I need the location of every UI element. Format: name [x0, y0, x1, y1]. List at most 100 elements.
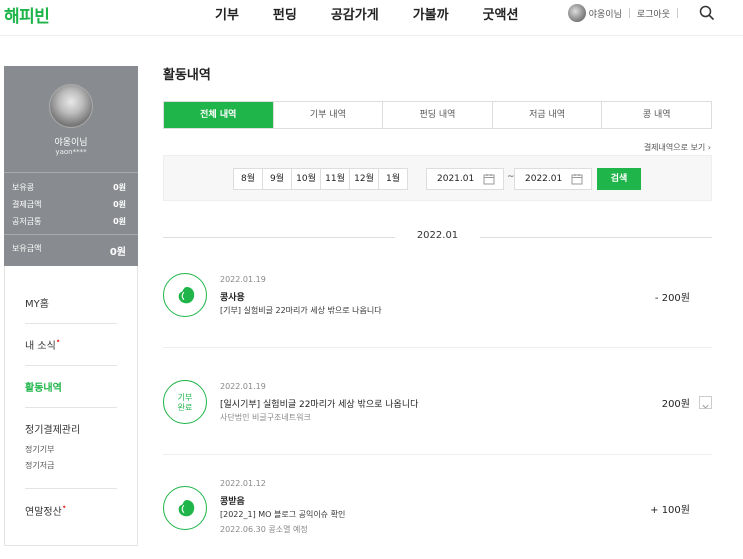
month-button[interactable]: 11월	[320, 168, 350, 190]
item-title: 콩받음	[220, 497, 245, 507]
month-button[interactable]: 1월	[378, 168, 408, 190]
nav-shop[interactable]: 공감가게	[331, 4, 379, 23]
month-button[interactable]: 12월	[349, 168, 379, 190]
item-date: 2022.01.12	[220, 479, 266, 488]
side-nav-activity[interactable]: 활동내역	[25, 379, 62, 394]
search-button[interactable]: 검색	[597, 168, 641, 190]
receipt-link[interactable]: 결제내역으로 보기 ›	[644, 142, 711, 153]
activity-tabs: 전체 내역 기부 내역 펀딩 내역 저금 내역 콩 내역	[163, 101, 712, 129]
side-nav-regular-saving[interactable]: 정기저금	[25, 460, 54, 471]
month-selector: 8월 9월 10월 11월 12월 1월	[233, 168, 408, 190]
chevron-down-icon	[702, 404, 709, 409]
divider	[677, 8, 678, 18]
stat-label: 결제금액	[12, 200, 42, 209]
list-item: 기부 완료 2022.01.19 [일시기부] 실험비글 22마리가 세상 밖으…	[163, 380, 712, 440]
search-icon[interactable]	[699, 5, 715, 21]
list-item: 2022.01.19 콩사용 [기부] 실험비글 22마리가 세상 밖으로 나옵…	[163, 273, 712, 333]
divider	[25, 365, 117, 366]
list-item: 2022.01.12 콩받음 [2022_1] MO 블로그 공익이슈 확인 2…	[163, 478, 712, 538]
side-nav-label: 내 소식	[25, 341, 56, 352]
profile-nickname: 야옹이님	[54, 138, 88, 148]
item-amount: + 100원	[650, 505, 690, 516]
date-from-field[interactable]: 2021.01	[426, 168, 504, 190]
month-button[interactable]: 10월	[291, 168, 321, 190]
item-icon-circle	[163, 486, 207, 530]
new-dot: •	[61, 503, 67, 512]
tab-saving[interactable]: 저금 내역	[491, 102, 602, 128]
side-nav-regular-donation[interactable]: 정기기부	[25, 444, 54, 455]
side-nav-label: 정기결제관리	[25, 425, 81, 436]
stat-label: 보유콩	[12, 183, 35, 192]
item-date: 2022.01.19	[220, 275, 266, 284]
divider	[163, 454, 712, 455]
side-nav-regular[interactable]: 정기결제관리	[25, 421, 80, 436]
date-filter: 8월 9월 10월 11월 12월 1월 2021.01 ~ 2022.01 검…	[163, 155, 712, 201]
side-nav-news[interactable]: 내 소식•	[25, 337, 61, 352]
stat-value: 0원	[113, 200, 126, 209]
new-dot: •	[55, 337, 61, 346]
date-from-value: 2021.01	[437, 174, 475, 184]
side-nav-year-end[interactable]: 연말정산•	[25, 503, 67, 518]
item-amount: - 200원	[654, 293, 690, 304]
logout-link[interactable]: 로그아웃	[637, 7, 670, 20]
month-header: 2022.01	[163, 230, 712, 244]
tab-bean[interactable]: 콩 내역	[601, 102, 711, 128]
page-title: 활동내역	[163, 68, 211, 83]
tab-funding[interactable]: 펀딩 내역	[382, 102, 492, 128]
divider	[25, 407, 117, 408]
profile-panel: 야옹이님 yaon**** 보유콩 0원 결제금액 0원 공저금통 0원 보유금…	[4, 66, 138, 266]
item-org: 사단법인 비글구조네트워크	[220, 413, 311, 422]
user-area: 야옹이님 로그아웃	[567, 4, 685, 22]
avatar[interactable]	[49, 84, 93, 128]
main-nav: 기부 펀딩 공감가게 가볼까 굿액션	[215, 4, 552, 23]
chevron-right-icon: ›	[707, 143, 711, 152]
side-nav: MY홈 내 소식• 활동내역 정기결제관리 정기기부 정기저금 연말정산•	[4, 266, 138, 546]
item-icon-circle	[163, 273, 207, 317]
item-desc[interactable]: [2022_1] MO 블로그 공익이슈 확인	[220, 509, 345, 520]
side-nav-my-home[interactable]: MY홈	[25, 295, 49, 310]
side-nav-label: 연말정산	[25, 507, 62, 518]
stat-label: 공저금통	[12, 217, 42, 226]
nav-donation[interactable]: 기부	[215, 4, 239, 23]
logo[interactable]: 해피빈	[4, 2, 50, 27]
total-value: 0원	[109, 247, 126, 258]
divider	[4, 234, 138, 235]
profile-user-id: yaon****	[55, 148, 87, 156]
divider	[628, 8, 630, 18]
item-date: 2022.01.19	[220, 382, 266, 391]
nav-visit[interactable]: 가볼까	[413, 4, 449, 23]
item-desc[interactable]: [일시기부] 실험비글 22마리가 세상 밖으로 나옵니다	[220, 397, 418, 410]
calendar-icon	[483, 174, 495, 185]
month-button[interactable]: 8월	[233, 168, 263, 190]
divider	[25, 323, 117, 324]
nav-good-action[interactable]: 굿액션	[483, 4, 519, 23]
divider	[4, 172, 138, 173]
side-nav-label: 활동내역	[25, 383, 62, 394]
tab-all[interactable]: 전체 내역	[164, 102, 273, 128]
bean-icon	[178, 499, 195, 517]
month-button[interactable]: 9월	[262, 168, 292, 190]
stat-value: 0원	[113, 217, 126, 226]
nav-funding[interactable]: 펀딩	[273, 4, 297, 23]
divider	[25, 488, 117, 489]
tab-donation[interactable]: 기부 내역	[272, 102, 383, 128]
badge-text: 기부 완료	[164, 393, 206, 413]
divider	[163, 347, 712, 348]
bean-icon	[178, 286, 195, 304]
expand-button[interactable]	[699, 396, 712, 409]
stat-value: 0원	[113, 183, 126, 192]
user-name[interactable]: 야옹이님	[589, 7, 622, 20]
user-avatar-small[interactable]	[567, 4, 586, 22]
badge-line: 기부	[177, 393, 193, 402]
top-header: 해피빈 기부 펀딩 공감가게 가볼까 굿액션 야옹이님 로그아웃	[0, 0, 743, 36]
item-expiry: 2022.06.30 콩소멸 예정	[220, 525, 308, 534]
badge-line: 완료	[177, 403, 193, 412]
date-to-field[interactable]: 2022.01	[514, 168, 592, 190]
side-nav-label: MY홈	[25, 299, 49, 310]
total-label: 보유금액	[12, 244, 42, 253]
date-to-value: 2022.01	[525, 174, 563, 184]
donation-complete-badge: 기부 완료	[163, 380, 207, 424]
item-desc[interactable]: [기부] 실험비글 22마리가 세상 밖으로 나옵니다	[220, 305, 382, 316]
divider	[480, 237, 712, 238]
calendar-icon	[571, 174, 583, 185]
